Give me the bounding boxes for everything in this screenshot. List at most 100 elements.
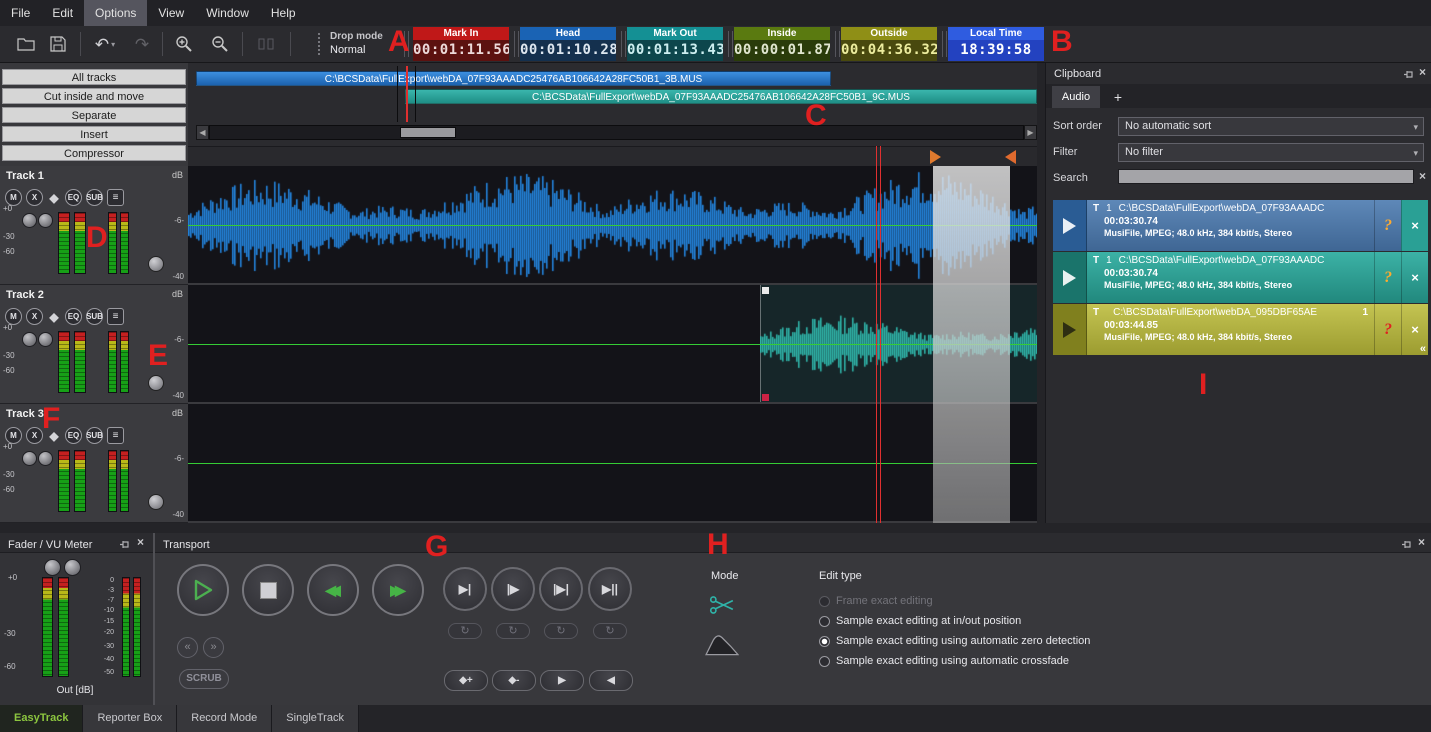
undo-button[interactable]: ↶ ▾: [88, 31, 122, 57]
tab-singletrack[interactable]: SingleTrack: [272, 705, 359, 732]
track-pan-knob[interactable]: [38, 451, 53, 466]
edit-type-option-inout[interactable]: Sample exact editing at in/out position: [819, 615, 1021, 627]
track-menu-icon[interactable]: ≡: [107, 308, 124, 325]
track-eq-button[interactable]: EQ: [65, 427, 82, 444]
sort-order-select[interactable]: No automatic sort ▾: [1118, 117, 1424, 136]
clear-search-icon[interactable]: ×: [1419, 170, 1426, 182]
tab-record-mode[interactable]: Record Mode: [177, 705, 272, 732]
split-view-icon[interactable]: [252, 31, 280, 57]
collapse-icon[interactable]: «: [1420, 344, 1426, 355]
clip-handle-bottom[interactable]: [762, 394, 769, 401]
clipboard-entry[interactable]: T1C:\BCSData\FullExport\webDA_07F93AAADC…: [1053, 200, 1428, 251]
fast-forward-button[interactable]: ▶▶: [372, 564, 424, 616]
add-tab-button[interactable]: +: [1108, 86, 1128, 108]
menu-edit[interactable]: Edit: [41, 0, 84, 26]
menu-options[interactable]: Options: [84, 0, 147, 26]
entry-play-button[interactable]: [1053, 304, 1087, 355]
track-sub-button[interactable]: SUB: [86, 427, 103, 444]
play-selection-button[interactable]: |▶|: [539, 567, 583, 611]
playhead[interactable]: [876, 146, 881, 523]
track-solo-x-button[interactable]: X: [26, 308, 43, 325]
overview-clip-bottom[interactable]: C:\BCSData\FullExport\webDA_07F93AAADC25…: [405, 89, 1037, 104]
track-pan-knob[interactable]: [38, 213, 53, 228]
menu-window[interactable]: Window: [195, 0, 260, 26]
scroll-right-arrow[interactable]: ▶: [1024, 125, 1037, 140]
track-fader-knob[interactable]: [148, 494, 164, 510]
track-fader-knob[interactable]: [148, 256, 164, 272]
timeline-ruler[interactable]: [188, 146, 1037, 166]
loop-button[interactable]: ↻: [544, 623, 578, 639]
entry-help-button[interactable]: ?: [1374, 252, 1401, 303]
track-gain-knob[interactable]: [22, 451, 37, 466]
zoom-in-icon[interactable]: [170, 31, 198, 57]
menu-help[interactable]: Help: [260, 0, 307, 26]
track-fader-knob[interactable]: [148, 375, 164, 391]
play-to-in-button[interactable]: ▶|: [443, 567, 487, 611]
close-icon[interactable]: ×: [1418, 536, 1425, 548]
track-solo-x-button[interactable]: X: [26, 189, 43, 206]
play-pause-button[interactable]: ▶||: [588, 567, 632, 611]
redo-button[interactable]: ↷: [128, 31, 156, 57]
close-icon[interactable]: ×: [1419, 66, 1426, 78]
entry-remove-button[interactable]: × «: [1401, 304, 1428, 355]
entry-help-button[interactable]: ?: [1374, 200, 1401, 251]
rewind-button[interactable]: ◀◀: [307, 564, 359, 616]
search-input[interactable]: [1118, 169, 1414, 184]
track-eq-button[interactable]: EQ: [65, 308, 82, 325]
scroll-left-arrow[interactable]: ◀: [196, 125, 209, 140]
remove-marker-button[interactable]: ◆-: [492, 670, 536, 691]
entry-play-button[interactable]: [1053, 200, 1087, 251]
loop-button[interactable]: ↻: [593, 623, 627, 639]
entry-play-button[interactable]: [1053, 252, 1087, 303]
clipboard-entry[interactable]: T1C:\BCSData\FullExport\webDA_07F93AAADC…: [1053, 252, 1428, 303]
output-fader[interactable]: [42, 577, 53, 677]
overview-clip-top[interactable]: C:\BCSData\FullExport\webDA_07F93AAADC25…: [196, 71, 831, 86]
entry-remove-button[interactable]: ×: [1401, 252, 1428, 303]
track-sub-button[interactable]: SUB: [86, 308, 103, 325]
next-marker-button[interactable]: »: [203, 637, 224, 658]
entry-help-button[interactable]: ?: [1374, 304, 1401, 355]
separate-button[interactable]: Separate: [2, 107, 186, 123]
pin-icon[interactable]: [1403, 67, 1414, 85]
track-gain-knob[interactable]: [22, 213, 37, 228]
stop-button[interactable]: [242, 564, 294, 616]
scrub-button[interactable]: SCRUB: [179, 669, 229, 689]
step-forward-button[interactable]: ▶: [540, 670, 584, 691]
filter-select[interactable]: No filter ▾: [1118, 143, 1424, 162]
track-diamond-icon[interactable]: ◆: [47, 308, 61, 325]
open-folder-icon[interactable]: [12, 31, 40, 57]
scrollbar-thumb[interactable]: [400, 127, 456, 138]
pin-icon[interactable]: [119, 537, 130, 555]
loop-button[interactable]: ↻: [448, 623, 482, 639]
tab-audio[interactable]: Audio: [1052, 86, 1100, 108]
menu-file[interactable]: File: [0, 0, 41, 26]
track-menu-icon[interactable]: ≡: [107, 189, 124, 206]
toolbar-grip[interactable]: [318, 33, 323, 55]
tab-reporter-box[interactable]: Reporter Box: [83, 705, 177, 732]
play-button[interactable]: [177, 564, 229, 616]
output-gain-knob[interactable]: [44, 559, 61, 576]
cut-mode-icon[interactable]: [709, 595, 735, 620]
step-back-button[interactable]: ◀: [589, 670, 633, 691]
save-icon[interactable]: [44, 31, 72, 57]
close-icon[interactable]: ×: [137, 536, 144, 548]
add-marker-button[interactable]: ◆+: [444, 670, 488, 691]
clip-handle-top[interactable]: [762, 287, 769, 294]
track-menu-icon[interactable]: ≡: [107, 427, 124, 444]
overview-playhead[interactable]: [406, 66, 408, 122]
output-balance-knob[interactable]: [64, 559, 81, 576]
edit-type-option-crossfade[interactable]: Sample exact editing using automatic cro…: [819, 655, 1069, 667]
output-fader[interactable]: [58, 577, 69, 677]
pin-icon[interactable]: [1401, 537, 1412, 555]
mark-out-marker-icon[interactable]: [1005, 150, 1016, 164]
clipboard-entry[interactable]: TC:\BCSData\FullExport\webDA_095DBF65AE1…: [1053, 304, 1428, 355]
menu-view[interactable]: View: [147, 0, 195, 26]
edit-type-option-zero-detection[interactable]: Sample exact editing using automatic zer…: [819, 635, 1090, 647]
all-tracks-button[interactable]: All tracks: [2, 69, 186, 85]
mark-in-marker-icon[interactable]: [930, 150, 941, 164]
undo-dropdown-icon[interactable]: ▾: [111, 40, 115, 49]
track-pan-knob[interactable]: [38, 332, 53, 347]
track-solo-x-button[interactable]: X: [26, 427, 43, 444]
track-gain-knob[interactable]: [22, 332, 37, 347]
insert-button[interactable]: Insert: [2, 126, 186, 142]
